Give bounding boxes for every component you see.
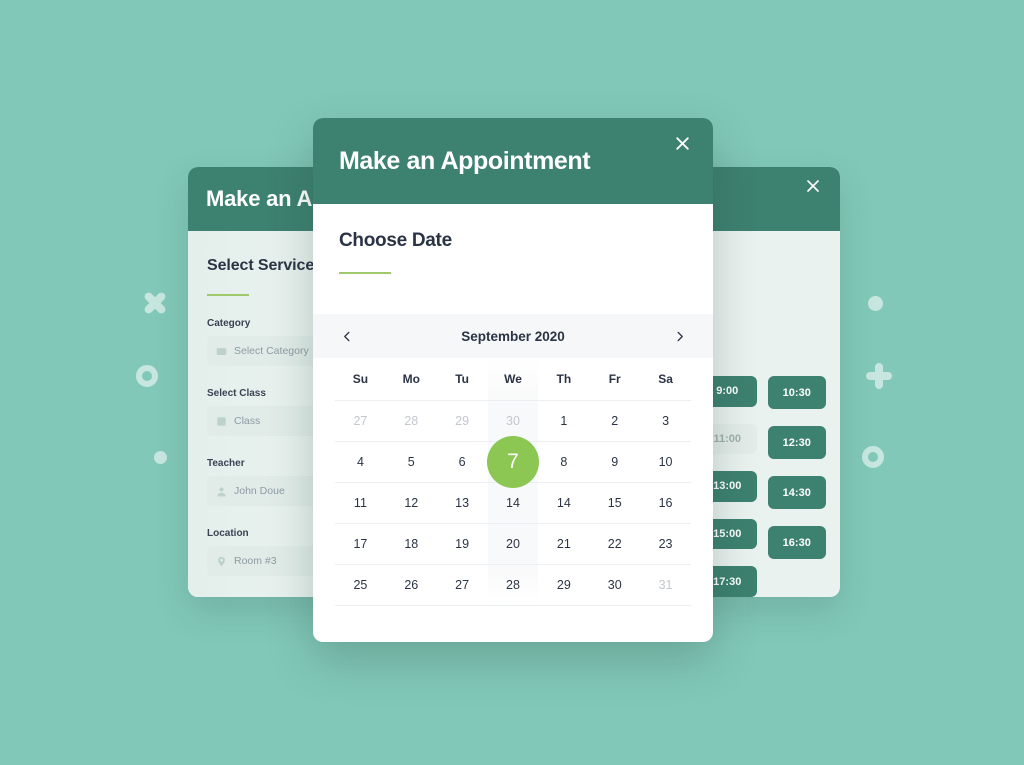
section-underline [339, 272, 391, 274]
day-cell[interactable]: 30 [589, 565, 640, 605]
choose-date-section: Choose Date [313, 204, 713, 314]
section-title: Choose Date [339, 230, 452, 251]
calendar-week-row: 27 28 29 30 1 2 3 [335, 400, 691, 441]
heading-underline [207, 294, 249, 296]
ring-icon-left [136, 365, 158, 387]
day-cell[interactable]: 19 [437, 524, 488, 564]
choose-date-modal: Make an Appointment Choose Date Septembe… [313, 118, 713, 642]
day-cell[interactable]: 16 [640, 483, 691, 523]
day-cell[interactable]: 31 [640, 565, 691, 605]
category-value: Select Category [234, 345, 309, 357]
plus-icon [866, 363, 892, 389]
pin-icon [216, 556, 227, 567]
calendar-month-label: September 2020 [461, 328, 565, 344]
time-slot[interactable]: 14:30 [767, 476, 826, 509]
calendar-grid: Su Mo Tu We Th Fr Sa 27 28 29 30 1 2 3 4… [313, 358, 713, 606]
dot-icon-right [868, 296, 883, 311]
weekday-label: Th [556, 372, 572, 386]
time-slots-panel: 9:00 11:00 13:00 15:00 17:30 10:30 12:30… [698, 231, 840, 597]
weekday-label: Sa [658, 372, 673, 386]
day-cell[interactable]: 20 [488, 524, 539, 564]
day-cell[interactable]: 22 [589, 524, 640, 564]
selected-day-label: 7 [486, 436, 539, 488]
teacher-value: John Doue [234, 485, 285, 497]
chevron-left-icon[interactable] [335, 324, 359, 348]
day-cell[interactable]: 13 [437, 483, 488, 523]
day-cell[interactable]: 1 [538, 401, 589, 441]
day-cell[interactable]: 14 [538, 483, 589, 523]
day-cell[interactable]: 25 [335, 565, 386, 605]
day-cell[interactable]: 21 [538, 524, 589, 564]
day-cell[interactable]: 6 [437, 442, 488, 482]
day-cell[interactable]: 10 [640, 442, 691, 482]
chevron-right-icon[interactable] [667, 324, 691, 348]
day-cell[interactable]: 8 [538, 442, 589, 482]
calendar-week-row: 17 18 19 20 21 22 23 [335, 523, 691, 564]
modal-title: Make an Appointment [339, 146, 591, 175]
weekday-label: We [504, 372, 522, 386]
close-icon-back[interactable] [802, 175, 824, 197]
close-icon[interactable] [671, 132, 693, 154]
day-cell[interactable]: 29 [538, 565, 589, 605]
day-cell[interactable]: 14 [488, 483, 539, 523]
calendar-nav: September 2020 [313, 314, 713, 358]
day-cell[interactable]: 11 [335, 483, 386, 523]
day-cell[interactable]: 12 [386, 483, 437, 523]
day-cell[interactable]: 18 [386, 524, 437, 564]
weekday-label: Fr [608, 372, 621, 386]
weekday-label: Su [352, 372, 369, 386]
day-cell[interactable]: 26 [386, 565, 437, 605]
day-cell[interactable]: 9 [589, 442, 640, 482]
time-slot[interactable]: 10:30 [767, 376, 826, 409]
ring-icon-right [862, 446, 884, 468]
card-icon [216, 346, 227, 357]
day-cell[interactable]: 15 [589, 483, 640, 523]
time-slot-column-b: 10:30 12:30 14:30 16:30 [767, 376, 826, 597]
user-icon [216, 486, 227, 497]
day-cell[interactable]: 5 [386, 442, 437, 482]
cross-x-icon [137, 285, 174, 322]
day-cell[interactable]: 27 [437, 565, 488, 605]
weekday-label: Tu [455, 372, 470, 386]
calendar-weekday-header: Su Mo Tu We Th Fr Sa [335, 358, 691, 400]
calendar-week-row: 4 5 6 7 8 9 10 [335, 436, 691, 488]
dot-icon-left [154, 451, 167, 464]
day-cell[interactable]: 28 [386, 401, 437, 441]
book-icon [216, 416, 227, 427]
day-cell[interactable]: 23 [640, 524, 691, 564]
weekday-label: Mo [402, 372, 420, 386]
day-cell[interactable]: 17 [335, 524, 386, 564]
day-cell[interactable]: 2 [589, 401, 640, 441]
time-slot[interactable]: 16:30 [767, 526, 826, 559]
modal-header: Make an Appointment [313, 118, 713, 204]
day-cell[interactable]: 28 [488, 565, 539, 605]
day-cell[interactable]: 4 [335, 442, 386, 482]
day-cell-selected[interactable]: 7 [486, 436, 539, 488]
calendar-week-row: 11 12 13 14 14 15 16 [335, 482, 691, 523]
class-value: Class [234, 415, 261, 427]
location-value: Room #3 [234, 555, 277, 567]
time-slot[interactable]: 12:30 [767, 426, 826, 459]
day-cell[interactable]: 3 [640, 401, 691, 441]
day-cell[interactable]: 29 [437, 401, 488, 441]
calendar-week-row: 25 26 27 28 29 30 31 [335, 564, 691, 606]
day-cell[interactable]: 27 [335, 401, 386, 441]
day-cell[interactable]: 30 [488, 401, 539, 441]
